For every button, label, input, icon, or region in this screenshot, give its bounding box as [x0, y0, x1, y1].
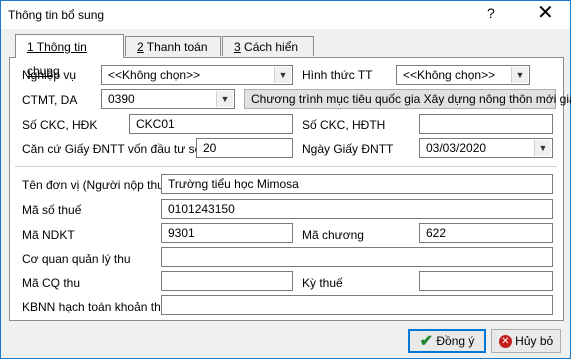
tab-display[interactable]: 3 Cách hiển thị — [222, 36, 314, 74]
tab-number: 3 — [234, 40, 241, 54]
cancel-label: Hủy bỏ — [515, 334, 554, 348]
chevron-down-icon[interactable]: ▼ — [534, 140, 551, 156]
hinh-thuc-tt-select[interactable]: <<Không chọn>> ▼ — [396, 65, 530, 85]
ctmt-da-select[interactable]: 0390 ▼ — [101, 89, 235, 109]
so-ckc-hdk-label: Số CKC, HĐK — [22, 118, 98, 132]
ctmt-da-label: CTMT, DA — [22, 93, 78, 107]
tab-number: 1 — [27, 40, 34, 54]
kbnn-input[interactable] — [161, 295, 553, 315]
help-icon[interactable]: ? — [487, 5, 495, 21]
hinh-thuc-tt-value: <<Không chọn>> — [403, 68, 496, 82]
ctmt-da-description[interactable]: Chương trình mục tiêu quốc gia Xây dựng … — [244, 89, 571, 109]
window-title: Thông tin bổ sung — [8, 8, 105, 22]
ma-cq-thu-label: Mã CQ thu — [22, 276, 81, 290]
ma-chuong-input[interactable]: 622 — [419, 223, 553, 243]
ma-ndkt-input[interactable]: 9301 — [161, 223, 293, 243]
checkmark-icon: ✔ — [419, 332, 434, 350]
so-ckc-hdth-label: Số CKC, HĐTH — [302, 118, 386, 132]
can-cu-input[interactable]: 20 — [196, 138, 293, 158]
close-icon[interactable]: ✕ — [537, 2, 554, 24]
nghiep-vu-select[interactable]: <<Không chọn>> ▼ — [101, 65, 293, 85]
ngay-giay-value: 03/03/2020 — [426, 141, 487, 155]
tab-label: Thanh toán — [143, 40, 208, 54]
co-quan-label: Cơ quan quản lý thu — [22, 252, 131, 266]
ma-ndkt-label: Mã NDKT — [22, 228, 75, 242]
chevron-down-icon[interactable]: ▼ — [511, 67, 528, 83]
kbnn-label: KBNN hạch toán khoản thu — [22, 300, 168, 314]
separator — [15, 166, 557, 167]
ten-don-vi-input[interactable]: Trường tiểu học Mimosa — [161, 174, 553, 194]
ok-button[interactable]: ✔ Đồng ý — [408, 329, 486, 353]
ngay-giay-label: Ngày Giấy ĐNTT — [302, 142, 394, 156]
so-ckc-hdk-input[interactable]: CKC01 — [129, 114, 293, 134]
chevron-down-icon[interactable]: ▼ — [216, 91, 233, 107]
co-quan-input[interactable] — [161, 247, 553, 267]
ky-thue-label: Kỳ thuế — [302, 276, 343, 290]
ma-cq-thu-input[interactable] — [161, 271, 293, 291]
ma-so-thue-input[interactable]: 0101243150 — [161, 199, 553, 219]
ctmt-da-value: 0390 — [108, 92, 135, 106]
so-ckc-hdth-input[interactable] — [419, 114, 553, 134]
tab-general[interactable]: 1 Thông tin chung — [15, 34, 124, 78]
tab-number: 2 — [137, 40, 144, 54]
title-bar: Thông tin bổ sung ? ✕ — [1, 1, 570, 29]
hinh-thuc-tt-label: Hình thức TT — [302, 68, 373, 82]
ky-thue-input[interactable] — [419, 271, 553, 291]
ok-label: Đồng ý — [436, 334, 475, 348]
nghiep-vu-value: <<Không chọn>> — [108, 68, 201, 82]
ngay-giay-datepicker[interactable]: 03/03/2020 ▼ — [419, 138, 553, 158]
chevron-down-icon[interactable]: ▼ — [274, 67, 291, 83]
tab-payment[interactable]: 2 Thanh toán — [125, 36, 221, 56]
cancel-icon: ✕ — [498, 335, 512, 349]
ma-so-thue-label: Mã số thuế — [22, 203, 82, 217]
can-cu-label: Căn cứ Giấy ĐNTT vốn đầu tư số — [22, 142, 202, 156]
ma-chuong-label: Mã chương — [302, 228, 364, 242]
cancel-button[interactable]: ✕ Hủy bỏ — [491, 329, 561, 353]
ten-don-vi-label: Tên đơn vị (Người nộp thuế) — [22, 178, 175, 192]
dialog-window: Thông tin bổ sung ? ✕ 1 Thông tin chung … — [0, 0, 571, 359]
